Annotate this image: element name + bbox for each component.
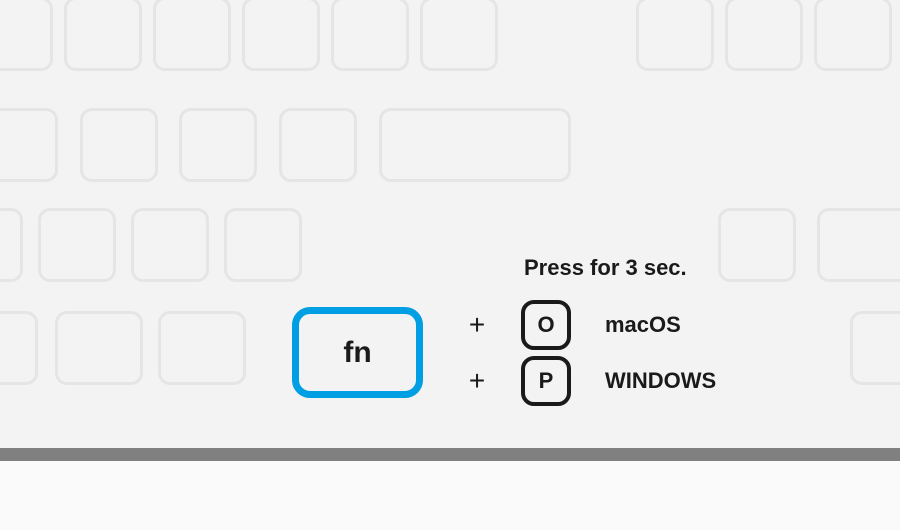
fn-key: fn (292, 307, 423, 398)
key-outline (0, 0, 53, 71)
key-outline (158, 311, 246, 385)
key-combo-section: + O macOS + P WINDOWS (455, 300, 716, 412)
key-outline (331, 0, 409, 71)
plus-icon: + (455, 365, 499, 397)
key-outline (279, 108, 357, 182)
o-key: O (521, 300, 571, 350)
instruction-text: Press for 3 sec. (524, 255, 687, 281)
key-outline (725, 0, 803, 71)
key-outline (379, 108, 571, 182)
key-outline (0, 108, 58, 182)
key-outline (850, 311, 900, 385)
os-label-macos: macOS (605, 312, 681, 338)
key-outline (817, 208, 900, 282)
key-outline (153, 0, 231, 71)
key-outline (80, 108, 158, 182)
key-outline (636, 0, 714, 71)
key-outline (0, 311, 38, 385)
key-outline (814, 0, 892, 71)
combo-row-windows: + P WINDOWS (455, 356, 716, 406)
key-outline (224, 208, 302, 282)
key-outline (242, 0, 320, 71)
key-outline (64, 0, 142, 71)
key-letter: O (537, 312, 554, 338)
combo-row-macos: + O macOS (455, 300, 716, 350)
key-outline (179, 108, 257, 182)
key-outline (420, 0, 498, 71)
key-outline (55, 311, 143, 385)
key-outline (131, 208, 209, 282)
key-outline (0, 208, 23, 282)
key-letter: P (539, 368, 554, 394)
fn-key-label: fn (343, 336, 371, 370)
p-key: P (521, 356, 571, 406)
plus-icon: + (455, 309, 499, 341)
key-outline (718, 208, 796, 282)
divider-bar (0, 448, 900, 461)
os-label-windows: WINDOWS (605, 368, 716, 394)
key-outline (38, 208, 116, 282)
bottom-area (0, 461, 900, 530)
